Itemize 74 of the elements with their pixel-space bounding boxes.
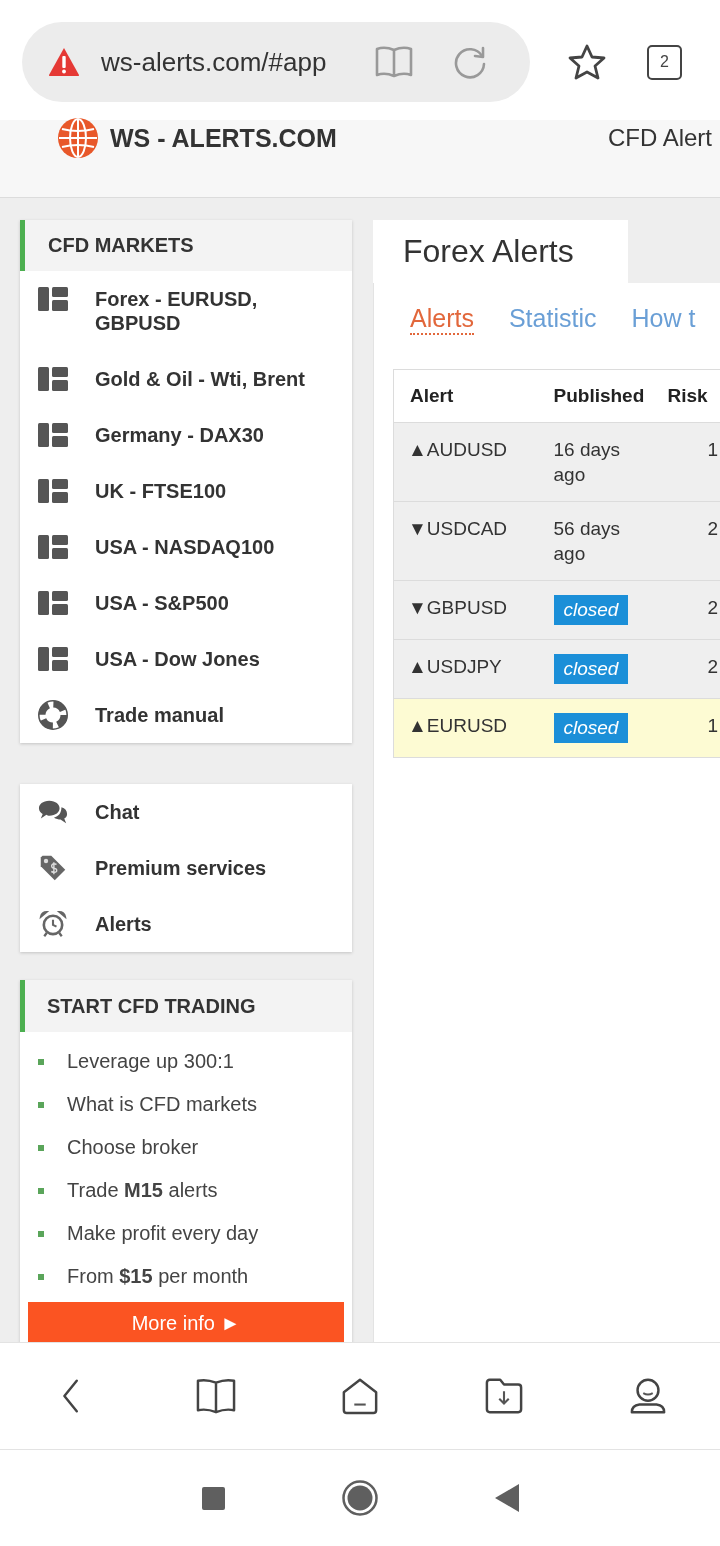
chat-icon (37, 798, 68, 826)
menu-link[interactable]: Alerts (20, 896, 352, 952)
globe-icon[interactable] (57, 117, 99, 159)
risk-value: 1 (707, 439, 719, 460)
site-logo-text[interactable]: WS - ALERTS.COM (110, 120, 337, 156)
market-link[interactable]: USA - Dow Jones (20, 631, 352, 687)
table-row[interactable]: ▼USDCAD 56 days ago 2 (393, 501, 720, 581)
address-bar[interactable]: ws-alerts.com/#app (22, 22, 530, 102)
alert-pair: ▲AUDUSD (408, 439, 508, 460)
table-row[interactable]: ▼GBPUSD closed 2 (393, 580, 720, 640)
bullet-icon (38, 1230, 44, 1237)
layout-icon (37, 591, 68, 615)
risk-value: 2 (707, 518, 719, 539)
table-row[interactable]: ▲AUDUSD 16 days ago 1 (393, 422, 720, 502)
column-header: Alert (410, 385, 454, 406)
alert-pair: ▲EURUSD (408, 715, 508, 736)
alarm-clock-icon (37, 910, 68, 938)
market-link[interactable]: USA - NASDAQ100 (20, 519, 352, 575)
profile-icon[interactable] (628, 1377, 668, 1415)
column-header: Published (553, 385, 645, 406)
feature-link[interactable]: Leverage up 300:1 (67, 1050, 234, 1073)
home-icon[interactable] (340, 1377, 380, 1415)
risk-value: 1 (707, 715, 719, 736)
alert-pair: ▼GBPUSD (408, 597, 508, 618)
market-link[interactable]: Forex - EURUSD, GBPUSD (20, 271, 352, 351)
feature-link[interactable]: From $15 per month (67, 1265, 249, 1288)
nav-link[interactable]: CFD Alert (608, 120, 712, 156)
bullet-icon (38, 1101, 44, 1108)
menu-link[interactable]: Premium services (20, 840, 352, 896)
menu-link[interactable]: Chat (20, 784, 352, 840)
layout-icon (37, 287, 68, 311)
alert-pair: ▼USDCAD (408, 518, 508, 539)
status-badge: closed (553, 654, 629, 684)
layout-icon (37, 479, 68, 503)
market-link[interactable]: USA - S&P500 (20, 575, 352, 631)
bullet-icon (38, 1187, 44, 1194)
section-header: CFD MARKETS (20, 220, 352, 271)
table-row[interactable]: ▲EURUSD closed 1 (393, 698, 720, 758)
published-time: 56 days ago (553, 518, 621, 564)
star-icon[interactable] (568, 44, 606, 80)
table-row[interactable]: ▲USDJPY closed 2 (393, 639, 720, 699)
recent-apps-icon[interactable] (201, 1486, 225, 1510)
back-button-icon[interactable] (495, 1484, 519, 1512)
market-link[interactable]: Trade manual (20, 687, 352, 743)
feature-link[interactable]: What is CFD markets (67, 1093, 258, 1116)
market-link[interactable]: Germany - DAX30 (20, 407, 352, 463)
market-link[interactable]: Gold & Oil - Wti, Brent (20, 351, 352, 407)
bullet-icon (38, 1273, 44, 1280)
market-link[interactable]: UK - FTSE100 (20, 463, 352, 519)
column-header: Risk (667, 385, 708, 406)
status-badge: closed (553, 595, 629, 625)
layout-icon (37, 535, 68, 559)
feature-link[interactable]: Make profit every day (67, 1222, 259, 1245)
layout-icon (37, 367, 68, 391)
download-folder-icon[interactable] (484, 1377, 524, 1415)
status-badge: closed (553, 713, 629, 743)
home-button-icon[interactable] (342, 1480, 378, 1516)
feature-link[interactable]: Choose broker (67, 1136, 199, 1159)
section-header: START CFD TRADING (20, 980, 352, 1032)
page-title: Forex Alerts (373, 220, 628, 283)
layout-icon (37, 423, 68, 447)
alert-pair: ▲USDJPY (408, 656, 502, 677)
published-time: 16 days ago (553, 439, 621, 485)
book-icon[interactable] (196, 1377, 236, 1415)
feature-link[interactable]: Trade M15 alerts (67, 1179, 218, 1202)
bullet-icon (38, 1144, 44, 1151)
bullet-icon (38, 1058, 44, 1065)
lifebuoy-icon (37, 700, 68, 730)
tab-count-button[interactable]: 2 (647, 44, 682, 80)
risk-value: 2 (707, 597, 719, 618)
layout-icon (37, 647, 68, 671)
url-text[interactable]: ws-alerts.com/#app (101, 46, 363, 78)
risk-value: 2 (707, 656, 719, 677)
warning-icon[interactable] (48, 47, 80, 77)
